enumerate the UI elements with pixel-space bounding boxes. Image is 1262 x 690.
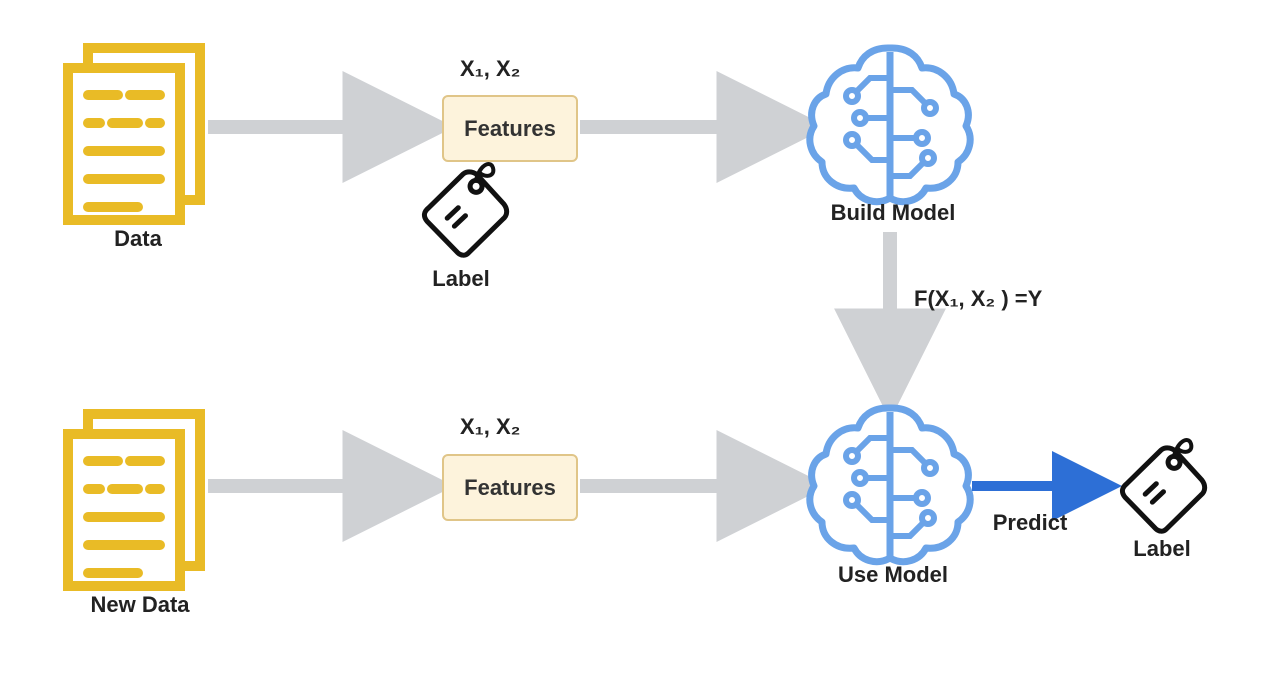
label1-text: Label bbox=[416, 266, 506, 292]
predict-label: Predict bbox=[980, 510, 1080, 536]
features1-label: Features bbox=[464, 116, 556, 142]
features2-vars: X₁, X₂ bbox=[460, 414, 520, 440]
model-formula: F(X₁, X₂ ) =Y bbox=[914, 286, 1042, 312]
features1-vars: X₁, X₂ bbox=[460, 56, 520, 82]
features-box-1: Features bbox=[442, 95, 578, 162]
build-model-icon bbox=[810, 48, 970, 202]
features2-label: Features bbox=[464, 475, 556, 501]
label-tag-icon-2 bbox=[1113, 439, 1216, 540]
use-model-label: Use Model bbox=[818, 562, 968, 588]
new-data-icon bbox=[68, 414, 200, 586]
use-model-icon bbox=[810, 408, 970, 562]
data-icon bbox=[68, 48, 200, 220]
features-box-2: Features bbox=[442, 454, 578, 521]
diagram-canvas bbox=[0, 0, 1262, 690]
build-model-label: Build Model bbox=[808, 200, 978, 226]
data-label: Data bbox=[88, 226, 188, 252]
label-tag-icon-1 bbox=[415, 163, 518, 264]
label2-text: Label bbox=[1112, 536, 1212, 562]
new-data-label: New Data bbox=[70, 592, 210, 618]
